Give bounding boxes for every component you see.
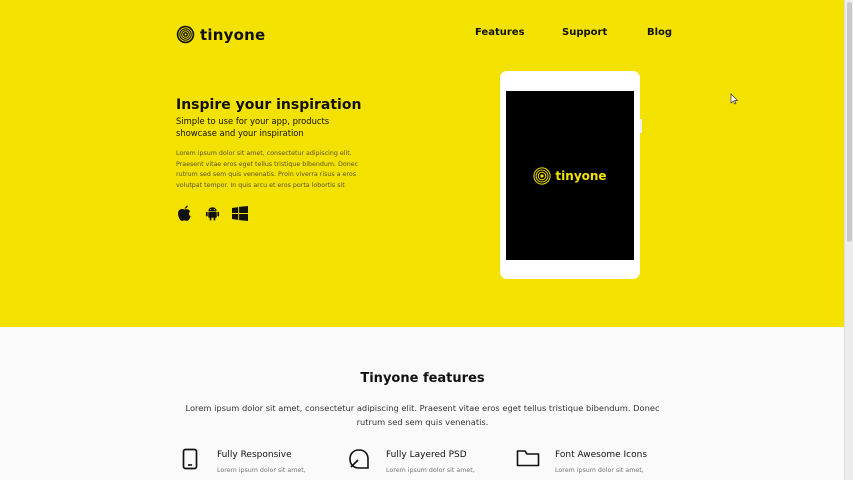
tablet-mockup: tinyone xyxy=(500,71,642,279)
scrollbar-thumb[interactable] xyxy=(847,2,852,242)
fingerprint-logo-icon xyxy=(176,25,195,44)
tablet-icon xyxy=(178,448,202,472)
feature-item: Fully Responsive Lorem ipsum dolor sit a… xyxy=(178,448,306,476)
leaf-icon xyxy=(347,448,371,472)
feature-text: Lorem ipsum dolor sit amet, xyxy=(386,467,475,474)
mouse-pointer-icon xyxy=(730,93,739,105)
nav-blog[interactable]: Blog xyxy=(647,27,672,38)
features-title: Tinyone features xyxy=(360,371,485,386)
screen-logo: tinyone xyxy=(533,166,607,185)
android-icon[interactable] xyxy=(204,204,220,222)
features-description: Lorem ipsum dolor sit amet, consectetur … xyxy=(185,403,660,428)
feature-item: Fully Layered PSD Lorem ipsum dolor sit … xyxy=(347,448,475,476)
fingerprint-logo-icon xyxy=(533,166,552,185)
apple-icon[interactable] xyxy=(176,204,192,222)
brand-name: tinyone xyxy=(200,25,266,44)
feature-text: Lorem ipsum dolor sit amet, xyxy=(217,467,306,474)
platform-icons xyxy=(176,204,260,222)
windows-icon[interactable] xyxy=(232,204,248,222)
feature-title: Font Awesome Icons xyxy=(555,450,648,460)
feature-text: Lorem ipsum dolor sit amet, xyxy=(555,467,644,474)
nav-features[interactable]: Features xyxy=(475,27,525,38)
hero-title: Inspire your inspiration xyxy=(176,97,362,113)
hero-section: tinyone Features Support Blog Inspire yo… xyxy=(0,0,845,327)
folder-icon xyxy=(516,448,540,472)
page-scrollbar[interactable] xyxy=(844,0,853,480)
nav-support[interactable]: Support xyxy=(562,27,607,38)
feature-title: Fully Layered PSD xyxy=(386,450,467,460)
feature-item: Font Awesome Icons Lorem ipsum dolor sit… xyxy=(516,448,647,476)
screen-logo-text: tinyone xyxy=(555,168,607,183)
tablet-screen: tinyone xyxy=(506,91,634,260)
hero-body-text: Lorem ipsum dolor sit amet, consectetur … xyxy=(176,150,359,189)
brand-logo[interactable]: tinyone xyxy=(176,25,265,44)
feature-title: Fully Responsive xyxy=(217,450,292,460)
tablet-side-button xyxy=(640,119,642,133)
hero-subtitle: Simple to use for your app, products sho… xyxy=(176,116,330,138)
